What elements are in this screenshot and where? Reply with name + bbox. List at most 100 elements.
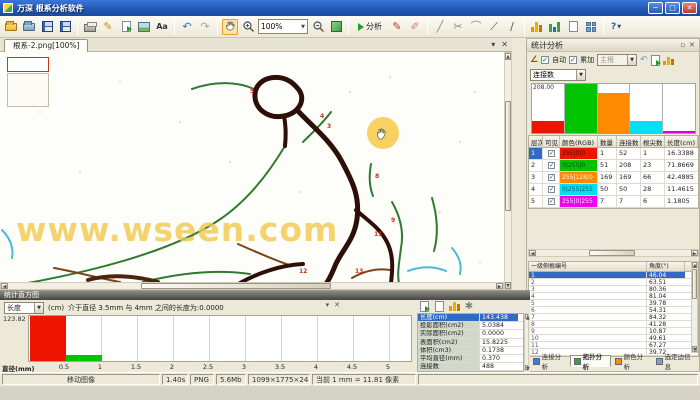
panel-close-icon[interactable]: ✕ [689, 41, 695, 49]
column-header[interactable]: 数量 [598, 136, 617, 147]
layer-table-hscrollbar[interactable]: ◀ ▶ [528, 249, 699, 257]
visible-checkbox[interactable]: ✓ [548, 162, 555, 169]
color-swatch[interactable]: 255|128|0 [560, 172, 598, 183]
tab-close-icon[interactable]: ✕ [501, 40, 508, 49]
close-button[interactable]: ✕ [682, 2, 697, 14]
color-swatch[interactable]: 255|0|255 [560, 196, 598, 207]
chevron-down-icon[interactable]: ▼ [301, 24, 305, 30]
angle-row[interactable]: 654.31 [529, 307, 698, 314]
scroll-left-icon[interactable]: ◀ [529, 250, 536, 256]
layer-row[interactable]: 2✓0|255|0512082371.8669 [529, 160, 698, 172]
undo-stats-icon[interactable]: ↶ [640, 55, 648, 65]
ruler-tool-icon[interactable]: ∕ [504, 19, 520, 35]
export-report-icon[interactable] [118, 19, 134, 35]
image-canvas[interactable]: www.wseen.com 54389111213 [0, 52, 504, 282]
open-folder-icon[interactable] [3, 19, 19, 35]
layer-row[interactable]: 1✓255|0|0152116.3388 [529, 148, 698, 160]
visible-checkbox[interactable]: ✓ [548, 198, 555, 205]
column-header[interactable]: 层次 [529, 136, 543, 147]
chart-icon[interactable] [529, 19, 545, 35]
angle-row[interactable]: 1049.61 [529, 335, 698, 342]
export-sheet-icon[interactable] [651, 55, 660, 66]
histogram-metric-combobox[interactable]: 长度 ▼ [4, 302, 44, 314]
fit-view-icon[interactable] [328, 19, 344, 35]
column-header[interactable]: 长度(cm) [665, 136, 698, 147]
column-header[interactable]: 连接数 [617, 136, 641, 147]
help-icon[interactable]: ?▼ [608, 19, 624, 35]
layer-row[interactable]: 3✓255|128|01691696642.4885 [529, 172, 698, 184]
image-icon[interactable] [136, 19, 152, 35]
angle-measure-icon[interactable]: ∠ [530, 55, 538, 65]
stats-table-vscrollbar[interactable]: ▲ ▼ [524, 313, 529, 371]
minimize-button[interactable]: ─ [648, 2, 663, 14]
scroll-right-icon[interactable]: ▶ [496, 283, 503, 289]
scroll-up-icon[interactable]: ▲ [692, 262, 697, 268]
layer-row[interactable]: 4✓0|255|25550502811.4615 [529, 184, 698, 196]
color-swatch[interactable]: 255|0|0 [560, 148, 598, 159]
angle-row[interactable]: 1167.27 [529, 342, 698, 349]
print-icon[interactable] [82, 19, 98, 35]
scroll-right-icon[interactable]: ▶ [691, 250, 698, 256]
stats-row[interactable]: 实际面积(cm2)0.0000 [418, 330, 523, 338]
angle-table-vscrollbar[interactable]: ▲ ▼ [691, 261, 698, 353]
stats-row[interactable]: 体积(cm3)0.1738 [418, 347, 523, 355]
angle-row[interactable]: 380.36 [529, 286, 698, 293]
panel-collapse-icon[interactable]: ▾ [326, 301, 330, 309]
angle-row[interactable]: 841.28 [529, 321, 698, 328]
scroll-down-icon[interactable]: ▼ [525, 365, 528, 370]
accumulate-checkbox[interactable]: ✓ [569, 56, 577, 64]
scroll-up-icon[interactable]: ▲ [505, 53, 511, 60]
open-image-icon[interactable] [21, 19, 37, 35]
stats-row[interactable]: 表面积(cm2)15.8225 [418, 339, 523, 347]
zoom-in-icon[interactable] [240, 19, 256, 35]
layer-bar[interactable] [630, 121, 662, 133]
column-header[interactable]: 可见 [543, 136, 560, 147]
layer-row[interactable]: 5✓255|0|2557761.1805 [529, 196, 698, 208]
scroll-up-icon[interactable]: ▲ [525, 314, 528, 319]
histogram-bar[interactable] [30, 316, 66, 361]
save-as-icon[interactable] [57, 19, 73, 35]
copy-report-icon[interactable] [433, 300, 445, 312]
visible-checkbox[interactable]: ✓ [548, 174, 555, 181]
undo-icon[interactable]: ↶ [179, 19, 195, 35]
scroll-down-icon[interactable]: ▼ [505, 282, 511, 289]
layer-bar[interactable] [663, 131, 695, 133]
mark-tool-icon[interactable]: ✎ [389, 19, 405, 35]
tab-edge-info-analysis[interactable]: 选定边信息 [652, 355, 699, 367]
root-select-combobox[interactable]: 主根 ▼ [597, 54, 637, 66]
tab-color-analysis[interactable]: 颜色分析 [611, 355, 652, 367]
tab-scroll-down-icon[interactable]: ▾ [491, 40, 495, 49]
stats-row[interactable]: 长度(cm)143.438 [418, 314, 523, 322]
stats-row[interactable]: 连接数488 [418, 363, 523, 371]
hand-tool-icon[interactable] [222, 19, 238, 35]
analyze-button[interactable]: 分析 [353, 18, 387, 35]
redo-icon[interactable]: ↷ [197, 19, 213, 35]
angle-row[interactable]: 263.51 [529, 279, 698, 286]
report-icon[interactable] [565, 19, 581, 35]
trace-tool-icon[interactable]: ╱ [432, 19, 448, 35]
document-tab[interactable]: 根系-2.png[100%] [4, 39, 88, 52]
panel-close-icon[interactable]: ✕ [334, 301, 340, 309]
column-header[interactable]: 根尖数 [641, 136, 665, 147]
chevron-down-icon[interactable]: ▼ [627, 55, 636, 65]
canvas-horizontal-scrollbar[interactable]: ◀ ▶ [0, 282, 504, 290]
tab-connection-analysis[interactable]: 连接分析 [529, 355, 570, 367]
color-swatch[interactable]: 0|255|255 [560, 184, 598, 195]
chart-style-icon[interactable] [663, 56, 675, 65]
stats-table-icon[interactable] [547, 19, 563, 35]
layer-bar[interactable] [532, 121, 564, 133]
visible-checkbox[interactable]: ✓ [548, 150, 555, 157]
text-tool-icon[interactable]: Aa [154, 19, 170, 35]
join-tool-icon[interactable]: ⌒ [468, 19, 484, 35]
metric-select-combobox[interactable]: 连接数 ▼ [530, 69, 586, 81]
zoom-level-combobox[interactable]: 100% ▼ [258, 19, 308, 34]
prune-tool-icon[interactable]: ⟋ [486, 19, 502, 35]
angle-row[interactable]: 539.78 [529, 300, 698, 307]
stats-row[interactable]: 平均直径(mm)0.370 [418, 355, 523, 363]
export-excel-icon[interactable] [418, 300, 430, 312]
scroll-left-icon[interactable]: ◀ [1, 283, 8, 289]
stats-row[interactable]: 投影面积(cm2)5.0384 [418, 322, 523, 330]
layer-bar[interactable] [565, 84, 597, 133]
chevron-down-icon[interactable]: ▼ [34, 303, 43, 313]
histogram-bar[interactable] [66, 355, 102, 361]
